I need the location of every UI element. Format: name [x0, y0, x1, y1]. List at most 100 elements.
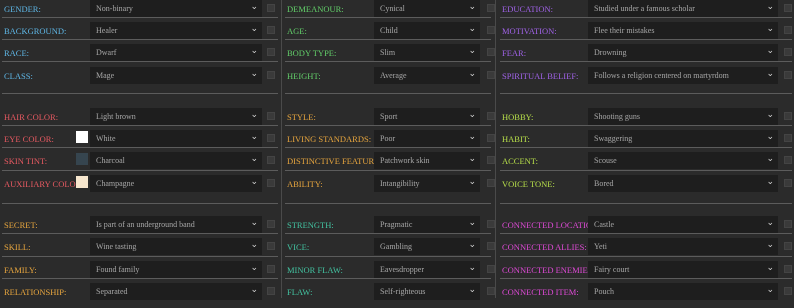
- lock-checkbox[interactable]: [267, 4, 275, 12]
- lock-checkbox[interactable]: [487, 156, 495, 164]
- lock-checkbox[interactable]: [784, 4, 792, 12]
- field-select-education[interactable]: Studied under a famous scholar ⌄: [588, 0, 778, 17]
- field-select-strength[interactable]: Pragmatic ⌄: [374, 216, 480, 233]
- lock-checkbox[interactable]: [267, 265, 275, 273]
- lock-checkbox[interactable]: [487, 220, 495, 228]
- lock-checkbox[interactable]: [267, 287, 275, 295]
- lock-checkbox[interactable]: [267, 71, 275, 79]
- field-select-family[interactable]: Found family ⌄: [90, 261, 262, 278]
- field-select-vice[interactable]: Gambling ⌄: [374, 238, 480, 255]
- field-select-skin-tint[interactable]: Charcoal ⌄: [90, 152, 262, 169]
- lock-checkbox[interactable]: [487, 179, 495, 187]
- chevron-down-icon: ⌄: [766, 2, 774, 12]
- field-select-connected-allies[interactable]: Yeti ⌄: [588, 238, 778, 255]
- lock-checkbox[interactable]: [487, 48, 495, 56]
- lock-checkbox[interactable]: [487, 134, 495, 142]
- lock-checkbox[interactable]: [784, 265, 792, 273]
- field-label: STYLE:: [287, 112, 316, 122]
- lock-checkbox[interactable]: [784, 26, 792, 34]
- field-select-accent[interactable]: Scouse ⌄: [588, 152, 778, 169]
- lock-checkbox[interactable]: [784, 112, 792, 120]
- lock-checkbox[interactable]: [267, 134, 275, 142]
- field-select-distinctive-feature[interactable]: Patchwork skin ⌄: [374, 152, 480, 169]
- lock-checkbox[interactable]: [784, 71, 792, 79]
- lock-checkbox[interactable]: [487, 287, 495, 295]
- field-select-motivation[interactable]: Flee their mistakes ⌄: [588, 22, 778, 39]
- color-swatch[interactable]: [76, 131, 88, 143]
- lock-checkbox[interactable]: [267, 156, 275, 164]
- row-divider: [2, 125, 278, 126]
- select-value: Pragmatic: [380, 220, 413, 229]
- column-divider: [495, 0, 496, 298]
- field-select-relationship[interactable]: Separated ⌄: [90, 283, 262, 300]
- select-value: Yeti: [594, 242, 607, 251]
- field-select-flaw[interactable]: Self-righteous ⌄: [374, 283, 480, 300]
- row-divider: [285, 125, 491, 126]
- field-select-living-standards[interactable]: Poor ⌄: [374, 130, 480, 147]
- field-select-hair-color[interactable]: Light brown ⌄: [90, 108, 262, 125]
- field-select-skill[interactable]: Wine tasting ⌄: [90, 238, 262, 255]
- field-select-demeanour[interactable]: Cynical ⌄: [374, 0, 480, 17]
- row-divider: [285, 278, 491, 279]
- chevron-down-icon: ⌄: [468, 110, 476, 120]
- field-select-race[interactable]: Dwarf ⌄: [90, 44, 262, 61]
- field-select-voice-tone[interactable]: Bored ⌄: [588, 175, 778, 192]
- lock-checkbox[interactable]: [487, 26, 495, 34]
- field-select-fear[interactable]: Drowning ⌄: [588, 44, 778, 61]
- field-select-height[interactable]: Average ⌄: [374, 67, 480, 84]
- select-value: Light brown: [96, 112, 136, 121]
- lock-checkbox[interactable]: [267, 26, 275, 34]
- field-label: VOICE TONE:: [502, 179, 555, 189]
- field-select-class[interactable]: Mage ⌄: [90, 67, 262, 84]
- row-divider: [500, 203, 792, 204]
- select-value: Bored: [594, 179, 614, 188]
- lock-checkbox[interactable]: [487, 112, 495, 120]
- field-row-skill: SKILL: Wine tasting ⌄: [0, 238, 280, 258]
- field-label: MOTIVATION:: [502, 26, 557, 36]
- field-select-connected-item[interactable]: Pouch ⌄: [588, 283, 778, 300]
- field-select-auxiliary-color[interactable]: Champagne ⌄: [90, 175, 262, 192]
- lock-checkbox[interactable]: [487, 265, 495, 273]
- field-select-minor-flaw[interactable]: Eavesdropper ⌄: [374, 261, 480, 278]
- lock-checkbox[interactable]: [267, 242, 275, 250]
- select-value: Patchwork skin: [380, 156, 430, 165]
- field-select-ability[interactable]: Intangibility ⌄: [374, 175, 480, 192]
- lock-checkbox[interactable]: [487, 71, 495, 79]
- field-select-connected-location[interactable]: Castle ⌄: [588, 216, 778, 233]
- lock-checkbox[interactable]: [784, 220, 792, 228]
- lock-checkbox[interactable]: [267, 179, 275, 187]
- field-select-eye-color[interactable]: White ⌄: [90, 130, 262, 147]
- field-select-style[interactable]: Sport ⌄: [374, 108, 480, 125]
- row-divider: [285, 39, 491, 40]
- field-select-connected-enemies[interactable]: Fairy court ⌄: [588, 261, 778, 278]
- field-select-background[interactable]: Healer ⌄: [90, 22, 262, 39]
- field-row-auxiliary-color: AUXILIARY COLOR: Champagne ⌄: [0, 175, 280, 195]
- lock-checkbox[interactable]: [784, 134, 792, 142]
- select-value: Charcoal: [96, 156, 125, 165]
- field-label: RELATIONSHIP:: [4, 287, 67, 297]
- field-select-body-type[interactable]: Slim ⌄: [374, 44, 480, 61]
- select-value: Non-binary: [96, 4, 133, 13]
- lock-checkbox[interactable]: [487, 242, 495, 250]
- field-select-gender[interactable]: Non-binary ⌄: [90, 0, 262, 17]
- field-select-habit[interactable]: Swaggering ⌄: [588, 130, 778, 147]
- lock-checkbox[interactable]: [784, 156, 792, 164]
- color-swatch[interactable]: [76, 153, 88, 165]
- lock-checkbox[interactable]: [784, 179, 792, 187]
- lock-checkbox[interactable]: [487, 4, 495, 12]
- field-select-secret[interactable]: Is part of an underground band ⌄: [90, 216, 262, 233]
- field-select-age[interactable]: Child ⌄: [374, 22, 480, 39]
- field-select-spiritual-belief[interactable]: Follows a religion centered on martyrdom…: [588, 67, 778, 84]
- lock-checkbox[interactable]: [267, 112, 275, 120]
- lock-checkbox[interactable]: [784, 48, 792, 56]
- lock-checkbox[interactable]: [267, 220, 275, 228]
- chevron-down-icon: ⌄: [766, 24, 774, 34]
- field-select-hobby[interactable]: Shooting guns ⌄: [588, 108, 778, 125]
- lock-checkbox[interactable]: [784, 287, 792, 295]
- field-label: CONNECTED ALLIES:: [502, 242, 587, 252]
- lock-checkbox[interactable]: [784, 242, 792, 250]
- row-divider: [285, 147, 491, 148]
- color-swatch[interactable]: [76, 176, 88, 188]
- lock-checkbox[interactable]: [267, 48, 275, 56]
- chevron-down-icon: ⌄: [250, 46, 258, 56]
